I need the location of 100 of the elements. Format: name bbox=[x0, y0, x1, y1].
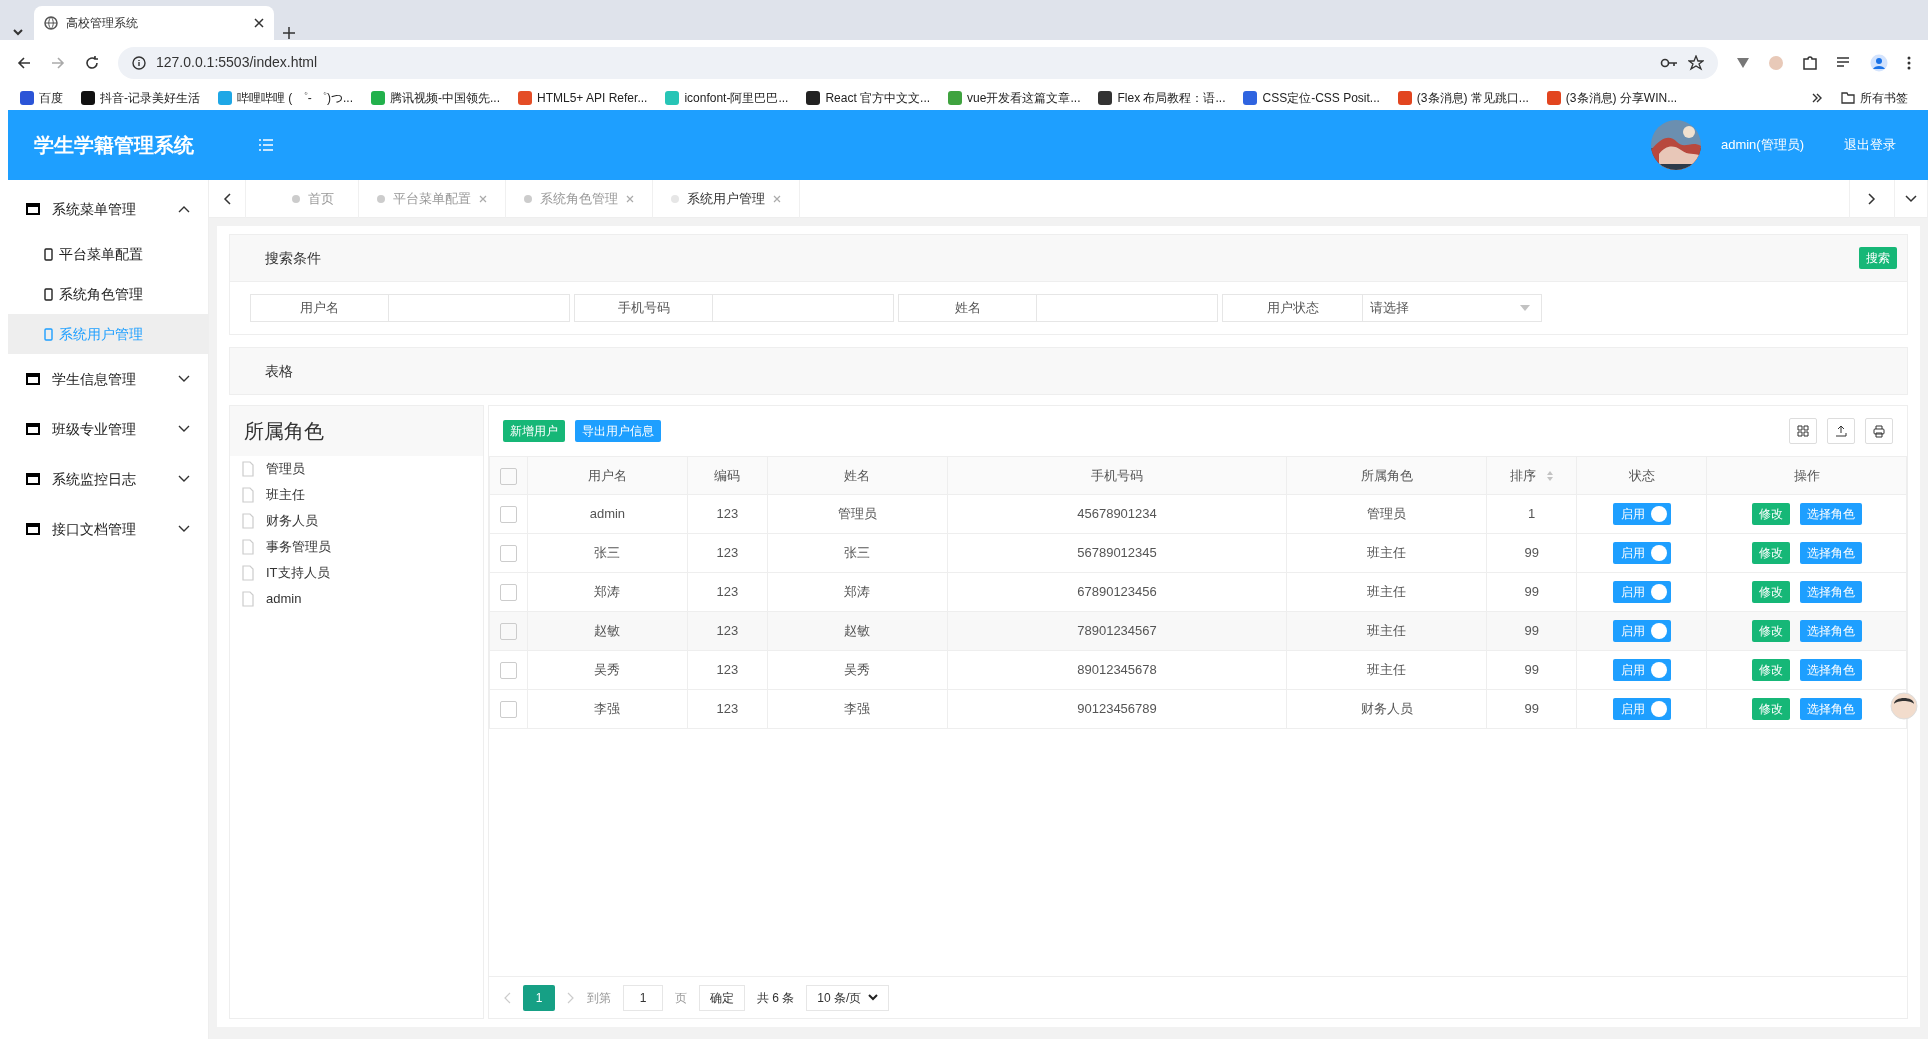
column-header[interactable]: 编码 bbox=[714, 467, 741, 483]
role-item[interactable]: 事务管理员 bbox=[230, 534, 483, 560]
sidebar-item[interactable]: 平台菜单配置 bbox=[8, 234, 208, 274]
table-cell: 班主任 bbox=[1367, 623, 1407, 639]
column-header[interactable]: 所属角色 bbox=[1360, 467, 1413, 483]
bookmark-link[interactable]: vue开发看这篇文章... bbox=[948, 88, 1081, 107]
sidebar-group[interactable]: 系统监控日志 bbox=[8, 454, 208, 504]
checkbox[interactable] bbox=[500, 506, 517, 524]
bookmark-link[interactable]: iconfont-阿里巴巴... bbox=[665, 88, 789, 107]
close-icon[interactable] bbox=[254, 18, 264, 28]
window-icon bbox=[26, 423, 40, 435]
dot-icon bbox=[377, 194, 385, 203]
page-tab[interactable]: 系统用户管理 bbox=[653, 179, 800, 218]
bookmark-label: CSS定位-CSS Posit... bbox=[1262, 89, 1380, 107]
table-cell: 123 bbox=[716, 584, 739, 600]
grid-icon[interactable] bbox=[1796, 424, 1810, 438]
dot-icon bbox=[292, 194, 300, 203]
bookmark-link[interactable]: 哔哩哔哩 ( ゜- ゜)つ... bbox=[218, 88, 353, 107]
document-icon bbox=[242, 461, 254, 477]
bookmark-icon bbox=[20, 90, 34, 105]
table-cell: admin bbox=[589, 506, 626, 522]
sidebar-group[interactable]: 学生信息管理 bbox=[8, 354, 208, 404]
chevron-left-icon[interactable] bbox=[503, 991, 511, 1004]
sidebar-item[interactable]: 系统角色管理 bbox=[8, 274, 208, 314]
role-item[interactable]: 管理员 bbox=[230, 456, 483, 482]
address-bar[interactable]: 127.0.0.1:5503/index.html bbox=[118, 46, 1718, 79]
table-cell: 郑涛 bbox=[844, 584, 871, 600]
assistant-avatar[interactable] bbox=[1890, 692, 1918, 720]
bookmark-link[interactable]: (3条消息) 常见跳口... bbox=[1397, 88, 1529, 107]
chevron-right-icon[interactable] bbox=[567, 991, 575, 1004]
table-cell: 张三 bbox=[844, 545, 871, 561]
reload-icon[interactable] bbox=[84, 54, 100, 71]
table-cell: 45678901234 bbox=[1077, 506, 1157, 522]
page-input[interactable]: 1 bbox=[623, 984, 663, 1011]
total-label: 共 6 条 bbox=[757, 989, 795, 1007]
sidebar-group[interactable]: 接口文档管理 bbox=[8, 504, 208, 554]
table-cell: 赵敏 bbox=[844, 623, 871, 639]
sort-icon[interactable] bbox=[1545, 470, 1554, 483]
checkbox[interactable] bbox=[500, 701, 517, 719]
bookmark-icon bbox=[948, 90, 963, 105]
sidebar-group[interactable]: 班级专业管理 bbox=[8, 404, 208, 454]
document-icon bbox=[242, 591, 254, 607]
table-cell: 99 bbox=[1524, 701, 1539, 717]
bookmark-label: 百度 bbox=[39, 89, 63, 107]
bookmark-icon bbox=[218, 90, 232, 105]
bookmark-link[interactable]: 抖音-记录美好生活 bbox=[81, 88, 200, 107]
next-tab-button[interactable] bbox=[1849, 179, 1895, 218]
browser-tab[interactable]: 高校管理系统 bbox=[34, 6, 274, 40]
bookmark-link[interactable]: HTML5+ API Refer... bbox=[518, 88, 648, 107]
table-cell: 吴秀 bbox=[594, 662, 621, 678]
plus-icon[interactable] bbox=[282, 26, 296, 40]
more-icon[interactable] bbox=[1906, 54, 1912, 71]
bookmark-link[interactable]: (3条消息) 分享WIN... bbox=[1546, 88, 1678, 107]
bookmark-link[interactable]: CSS定位-CSS Posit... bbox=[1243, 88, 1380, 107]
page-size-select[interactable]: 10 条/页 bbox=[806, 984, 889, 1011]
chevron-down-icon bbox=[178, 475, 190, 483]
bookmark-icon bbox=[518, 90, 532, 105]
funnel-icon[interactable] bbox=[1736, 55, 1750, 70]
chevron-down-icon bbox=[178, 375, 190, 383]
sidebar-group[interactable]: 系统菜单管理 bbox=[8, 184, 208, 234]
bookmark-label: vue开发看这篇文章... bbox=[967, 89, 1081, 107]
document-icon bbox=[242, 539, 254, 555]
column-header[interactable]: 手机号码 bbox=[1091, 467, 1143, 483]
all-bookmarks-link[interactable]: 所有书签 bbox=[1860, 88, 1908, 107]
role-item[interactable]: IT支持人员 bbox=[230, 560, 483, 586]
globe-icon bbox=[44, 16, 58, 30]
export-icon[interactable] bbox=[1834, 424, 1848, 438]
select-field[interactable]: 用户状态 请选择 bbox=[1222, 294, 1542, 322]
print-icon[interactable] bbox=[1872, 424, 1886, 438]
checkbox[interactable] bbox=[500, 662, 517, 680]
star-icon[interactable] bbox=[1688, 54, 1704, 71]
phone-icon bbox=[44, 327, 53, 341]
column-header[interactable]: 用户名 bbox=[587, 467, 627, 483]
bookmark-link[interactable]: 百度 bbox=[20, 88, 63, 107]
table-cell: 班主任 bbox=[1367, 662, 1407, 678]
forward-icon[interactable] bbox=[50, 54, 66, 71]
document-icon bbox=[242, 513, 254, 529]
checkbox[interactable] bbox=[500, 623, 517, 641]
checkbox[interactable] bbox=[500, 467, 517, 485]
bookmark-link[interactable]: Flex 布局教程：语... bbox=[1098, 88, 1226, 107]
column-header[interactable]: 状态 bbox=[1628, 467, 1655, 483]
bookmark-link[interactable]: 腾讯视频-中国领先... bbox=[371, 88, 500, 107]
column-header[interactable]: 操作 bbox=[1793, 467, 1820, 483]
checkbox[interactable] bbox=[500, 584, 517, 602]
table-cell: 90123456789 bbox=[1077, 701, 1157, 717]
role-item[interactable]: admin bbox=[230, 586, 483, 612]
bookmark-icon bbox=[1098, 90, 1113, 105]
confirm-button[interactable]: 确定 bbox=[699, 984, 745, 1011]
bookmark-label: HTML5+ API Refer... bbox=[537, 89, 648, 107]
profile-icon[interactable] bbox=[1870, 53, 1888, 72]
role-item[interactable]: 财务人员 bbox=[230, 508, 483, 534]
column-header[interactable]: 姓名 bbox=[844, 467, 871, 483]
chevron-icon[interactable] bbox=[1811, 91, 1823, 104]
checkbox[interactable] bbox=[500, 545, 517, 563]
document-icon bbox=[242, 565, 254, 581]
bookmark-link[interactable]: React 官方中文文... bbox=[806, 88, 931, 107]
chevron-right-icon bbox=[1868, 192, 1876, 205]
back-icon[interactable] bbox=[16, 54, 32, 71]
table-cell: 1 bbox=[1528, 506, 1536, 522]
role-item[interactable]: 班主任 bbox=[230, 482, 483, 508]
